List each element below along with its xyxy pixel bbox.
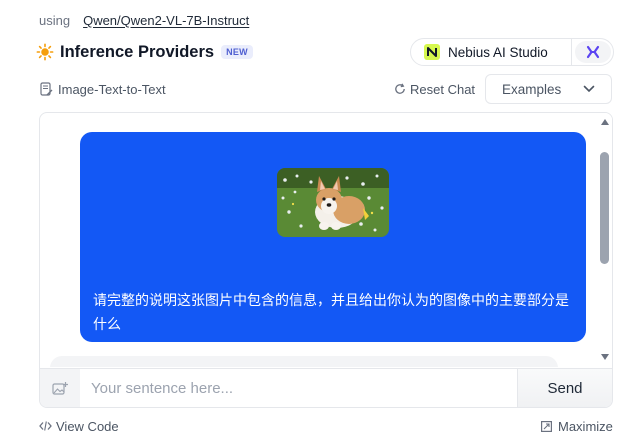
chevron-down-icon (583, 85, 595, 93)
maximize-label: Maximize (558, 418, 613, 434)
send-button[interactable]: Send (517, 369, 612, 407)
task-name: Image-Text-to-Text (58, 81, 166, 97)
provider-alt-button[interactable] (575, 41, 611, 63)
hf-icon (586, 45, 600, 59)
widget-header: Inference Providers NEW (36, 40, 253, 64)
using-label: using (39, 12, 71, 28)
new-badge: NEW (221, 45, 253, 59)
reset-icon (395, 83, 405, 94)
code-icon (39, 421, 52, 431)
assistant-message-bubble (50, 356, 558, 367)
model-link[interactable]: Qwen/Qwen2-VL-7B-Instruct (83, 13, 249, 28)
scrollbar-thumb[interactable] (600, 152, 609, 264)
image-text-icon (40, 82, 53, 96)
composer: Send (40, 368, 612, 407)
maximize-button[interactable]: Maximize (541, 418, 613, 434)
puppy-image (277, 168, 389, 237)
image-add-icon (52, 381, 68, 395)
message-list: 请完整的说明这张图片中包含的信息，并且给出你认为的图像中的主要部分是什么 (40, 113, 612, 367)
scroll-down-icon[interactable] (601, 354, 609, 360)
view-code-button[interactable]: View Code (39, 418, 119, 434)
user-message-text: 请完整的说明这张图片中包含的信息，并且给出你认为的图像中的主要部分是什么 (93, 292, 569, 332)
maximize-icon (541, 420, 552, 432)
provider-name: Nebius AI Studio (448, 44, 548, 60)
provider-selector[interactable]: Nebius AI Studio (410, 38, 614, 66)
task-label: Image-Text-to-Text (40, 80, 166, 98)
reset-chat-button[interactable]: Reset Chat (394, 80, 475, 98)
reset-chat-label: Reset Chat (410, 81, 476, 97)
examples-label: Examples (502, 81, 562, 97)
message-input[interactable] (80, 369, 517, 407)
provider-divider (571, 39, 572, 65)
scroll-up-icon[interactable] (601, 119, 609, 125)
corgi-puppy-photo[interactable] (277, 168, 389, 237)
attach-image-button[interactable] (40, 369, 80, 407)
model-using-row: using Qwen/Qwen2-VL-7B-Instruct (39, 10, 249, 30)
examples-dropdown[interactable]: Examples (485, 74, 612, 104)
chat-scrollbar[interactable] (598, 113, 612, 367)
nebius-icon (424, 44, 440, 60)
chat-panel: 请完整的说明这张图片中包含的信息，并且给出你认为的图像中的主要部分是什么 Sen… (39, 112, 613, 408)
view-code-label: View Code (56, 418, 119, 434)
widget-title: Inference Providers (60, 42, 215, 61)
user-message-bubble: 请完整的说明这张图片中包含的信息，并且给出你认为的图像中的主要部分是什么 (80, 132, 586, 342)
sun-icon (36, 43, 54, 61)
